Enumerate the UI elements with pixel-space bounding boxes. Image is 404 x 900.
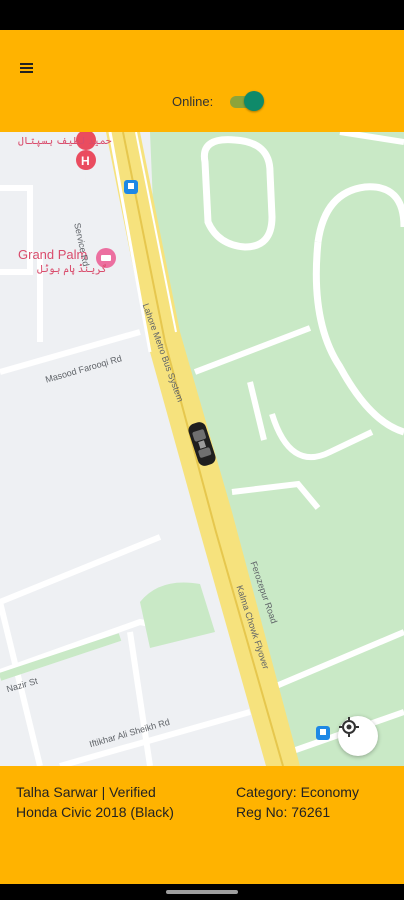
- reg-number: Reg No: 76261: [236, 804, 331, 820]
- map-canvas: H: [0, 132, 404, 766]
- online-label: Online:: [172, 94, 214, 109]
- status-bar: [0, 0, 404, 30]
- driver-info-panel: Talha Sarwar | Verified Honda Civic 2018…: [0, 766, 404, 884]
- svg-text:H: H: [81, 154, 90, 168]
- vehicle-info: Honda Civic 2018 (Black): [16, 804, 174, 820]
- app-bar: [0, 30, 404, 132]
- driver-name-status: Talha Sarwar | Verified: [16, 784, 156, 800]
- toggle-thumb: [244, 91, 264, 111]
- online-toggle[interactable]: [228, 91, 264, 111]
- poi-hotel-urdu: گرینڈ پام ہوٹل: [37, 264, 108, 275]
- map-view[interactable]: H حمید لطیف ہسپتال Grand Palm گرینڈ پام …: [0, 132, 404, 766]
- poi-hospital-label: حمید لطیف ہسپتال: [18, 136, 112, 147]
- home-indicator[interactable]: [166, 890, 238, 894]
- category-info: Category: Economy: [236, 784, 359, 800]
- hamburger-menu-icon[interactable]: [14, 56, 38, 80]
- my-location-icon: [339, 717, 359, 737]
- my-location-button[interactable]: [338, 716, 378, 756]
